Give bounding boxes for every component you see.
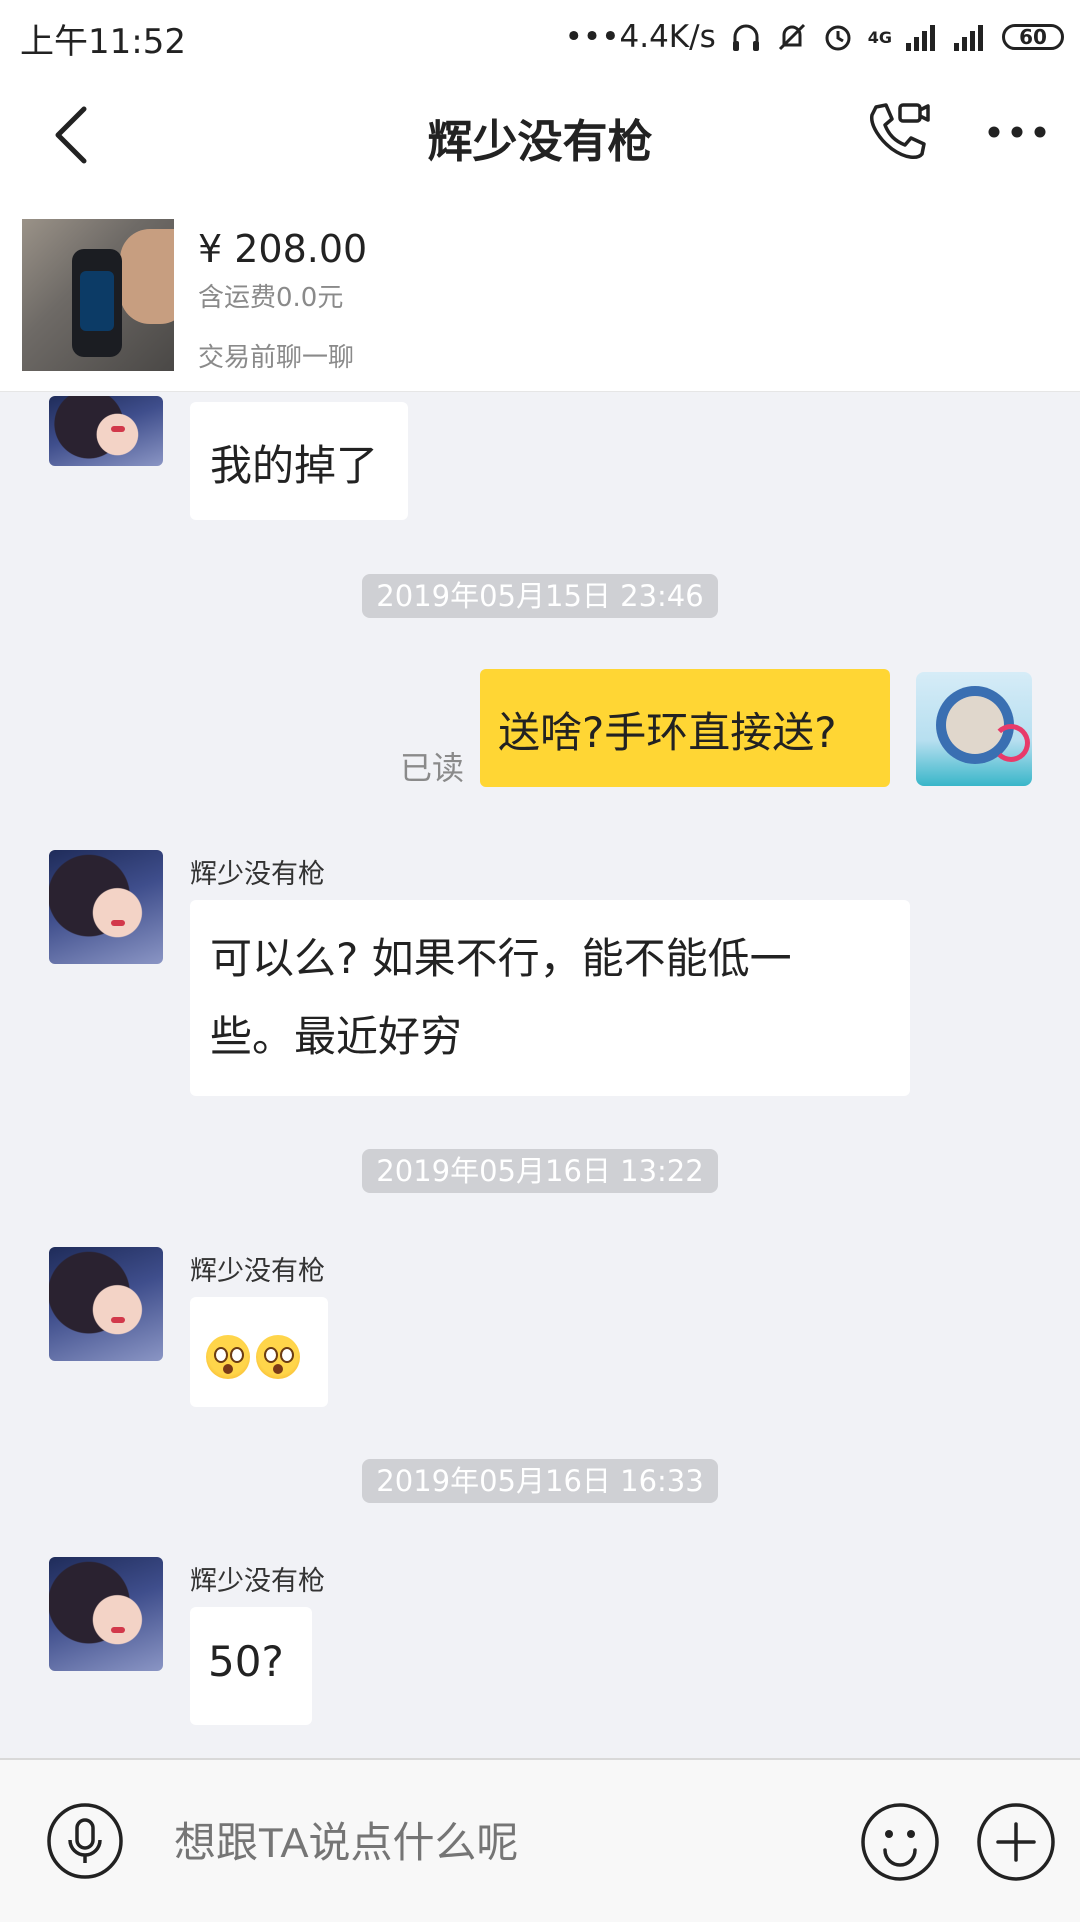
network-type: 4G (867, 27, 892, 47)
shipping-info: 含运费0.0元 (198, 283, 344, 313)
network-speed: •••4.4K/s (564, 19, 716, 55)
my-avatar[interactable] (916, 672, 1032, 786)
status-icons: •••4.4K/s 4G 60 (565, 12, 1064, 62)
product-price: ¥ 208.00 (198, 227, 368, 271)
bell-muted-icon (778, 23, 805, 51)
message-text: 50? (208, 1637, 284, 1686)
my-message-bubble[interactable]: 送啥?手环直接送? (480, 669, 890, 787)
message-text: 送啥?手环直接送? (498, 708, 837, 757)
avatar[interactable] (49, 1247, 163, 1361)
phone-video-icon[interactable] (862, 97, 932, 167)
astonished-emoji-icon (256, 1334, 300, 1379)
input-bar (0, 1758, 1080, 1922)
plus-icon[interactable] (976, 1802, 1056, 1882)
avatar[interactable] (49, 396, 163, 466)
chat-header: 辉少没有枪 (0, 75, 1080, 195)
astonished-emoji-icon (206, 1334, 250, 1379)
more-dots-icon[interactable] (986, 115, 1048, 149)
message-text: 我的掉了 (210, 441, 379, 490)
sender-name: 辉少没有枪 (190, 859, 325, 890)
smiley-icon[interactable] (860, 1802, 940, 1882)
timestamp: 2019年05月16日 13:22 (362, 1149, 718, 1193)
chat-before-trade-label: 交易前聊一聊 (198, 343, 355, 373)
avatar[interactable] (49, 1557, 163, 1671)
sender-name: 辉少没有枪 (190, 1256, 325, 1287)
alarm-icon (825, 25, 851, 51)
timestamp: 2019年05月16日 16:33 (362, 1459, 718, 1503)
timestamp: 2019年05月15日 23:46 (362, 574, 718, 618)
battery-level: 60 (1019, 25, 1047, 49)
signal-icon-2 (954, 25, 983, 51)
avatar[interactable] (49, 850, 163, 964)
message-bubble[interactable]: 可以么? 如果不行，能不能低一 些。最近好穷 (190, 900, 910, 1096)
status-bar: 上午11:52 •••4.4K/s 4G 60 (0, 0, 1080, 75)
message-input[interactable] (172, 1818, 836, 1868)
status-time: 上午11:52 (20, 22, 186, 62)
message-text-line: 可以么? 如果不行，能不能低一 (210, 934, 792, 983)
headphones-icon (732, 24, 759, 51)
read-status: 已读 (400, 749, 465, 787)
product-card[interactable]: ¥ 208.00 含运费0.0元 交易前聊一聊 (0, 195, 1080, 392)
battery-icon: 60 (1002, 24, 1064, 50)
sender-name: 辉少没有枪 (190, 1566, 325, 1597)
signal-icon (906, 25, 935, 51)
message-bubble[interactable]: 50? (190, 1607, 312, 1725)
microphone-icon[interactable] (46, 1802, 124, 1880)
product-thumbnail[interactable] (22, 219, 174, 371)
message-bubble[interactable]: 我的掉了 (190, 402, 408, 520)
emoji-message-bubble[interactable] (190, 1297, 328, 1407)
message-text-line: 些。最近好穷 (210, 1012, 463, 1061)
